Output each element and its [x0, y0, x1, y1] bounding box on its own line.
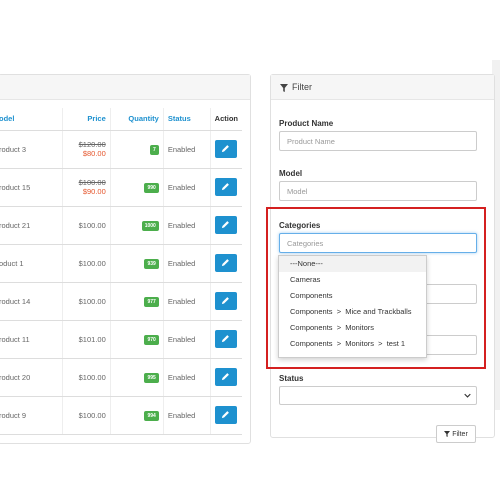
edit-button[interactable]	[215, 330, 238, 348]
table-row: roduct 21 $100.00 1000 Enabled	[0, 206, 242, 245]
row-quantity: 990	[110, 168, 164, 207]
row-action	[210, 168, 242, 207]
row-action	[210, 244, 242, 283]
filter-button-label: Filter	[452, 431, 468, 438]
model-input[interactable]: Model	[279, 181, 477, 201]
chevron-down-icon	[464, 393, 471, 398]
table-row: roduct 3 $120.00 $80.00 7 Enabled	[0, 130, 242, 169]
row-price: $101.00	[62, 320, 111, 359]
row-model: roduct 21	[0, 206, 64, 245]
edit-button[interactable]	[215, 406, 238, 424]
row-status: Enabled	[163, 320, 211, 359]
row-price-special: $90.00	[82, 187, 106, 196]
edit-button[interactable]	[215, 140, 238, 158]
row-model: roduct 15	[0, 168, 64, 207]
edit-button[interactable]	[215, 178, 238, 196]
row-status: Enabled	[163, 130, 211, 169]
pencil-icon	[222, 259, 230, 267]
pencil-icon	[222, 183, 230, 191]
edit-button[interactable]	[215, 254, 238, 272]
row-quantity: 939	[110, 244, 164, 283]
filter-title: Filter	[292, 82, 312, 92]
column-header-quantity[interactable]: Quantity	[110, 108, 164, 131]
pencil-icon	[222, 221, 230, 229]
quantity-badge: 1000	[141, 220, 159, 231]
row-status: Enabled	[163, 358, 211, 397]
row-model: roduct 11	[0, 320, 64, 359]
row-status: Enabled	[163, 396, 211, 435]
quantity-badge: 990	[144, 182, 159, 193]
quantity-badge: 995	[144, 372, 159, 383]
row-price: $100.00 $90.00	[62, 168, 111, 207]
pencil-icon	[222, 297, 230, 305]
row-price-old: $120.00	[78, 140, 106, 149]
table-row: oduct 1 $100.00 939 Enabled	[0, 244, 242, 283]
status-select[interactable]	[279, 386, 477, 405]
row-action	[210, 130, 242, 169]
table-row: roduct 15 $100.00 $90.00 990 Enabled	[0, 168, 242, 207]
row-model: roduct 14	[0, 282, 64, 321]
filter-icon	[444, 431, 451, 438]
column-header-status[interactable]: Status	[163, 108, 211, 131]
row-quantity: 7	[110, 130, 164, 169]
table-row: roduct 9 $100.00 994 Enabled	[0, 396, 242, 435]
row-status: Enabled	[163, 282, 211, 321]
row-action	[210, 358, 242, 397]
row-model: roduct 9	[0, 396, 64, 435]
product-table: odel Price Quantity Status Action roduct…	[0, 108, 242, 435]
row-status: Enabled	[163, 206, 211, 245]
filter-panel-header: Filter	[271, 75, 494, 100]
row-price: $100.00	[62, 206, 111, 245]
highlight-box	[266, 207, 486, 369]
column-header-model[interactable]: odel	[0, 108, 64, 131]
model-label: Model	[279, 169, 303, 178]
column-header-action: Action	[210, 108, 242, 131]
row-quantity: 995	[110, 358, 164, 397]
quantity-badge: 7	[150, 144, 159, 155]
status-label: Status	[279, 374, 304, 383]
table-row: roduct 11 $101.00 970 Enabled	[0, 320, 242, 359]
quantity-badge: 970	[144, 334, 159, 345]
row-price: $120.00 $80.00	[62, 130, 111, 169]
row-price: $100.00	[62, 244, 111, 283]
pencil-icon	[222, 411, 230, 419]
product-list-panel-header	[0, 75, 250, 100]
row-quantity: 977	[110, 282, 164, 321]
product-list-panel: odel Price Quantity Status Action roduct…	[0, 74, 251, 444]
row-quantity: 1000	[110, 206, 164, 245]
row-price: $100.00	[62, 396, 111, 435]
edit-button[interactable]	[215, 368, 238, 386]
row-quantity: 970	[110, 320, 164, 359]
row-price: $100.00	[62, 358, 111, 397]
row-action	[210, 320, 242, 359]
edit-button[interactable]	[215, 216, 238, 234]
column-header-price[interactable]: Price	[62, 108, 111, 131]
row-quantity: 994	[110, 396, 164, 435]
pencil-icon	[222, 373, 230, 381]
row-action	[210, 282, 242, 321]
product-name-input[interactable]: Product Name	[279, 131, 477, 151]
row-price-special: $80.00	[82, 149, 106, 158]
row-price-old: $100.00	[78, 178, 106, 187]
row-status: Enabled	[163, 168, 211, 207]
filter-icon	[280, 83, 288, 92]
table-row: roduct 20 $100.00 995 Enabled	[0, 358, 242, 397]
row-price: $100.00	[62, 282, 111, 321]
quantity-badge: 994	[144, 410, 159, 421]
table-row: roduct 14 $100.00 977 Enabled	[0, 282, 242, 321]
quantity-badge: 977	[144, 296, 159, 307]
quantity-badge: 939	[144, 258, 159, 269]
pencil-icon	[222, 335, 230, 343]
row-status: Enabled	[163, 244, 211, 283]
edit-button[interactable]	[215, 292, 238, 310]
row-action	[210, 206, 242, 245]
filter-button[interactable]: Filter	[436, 425, 476, 443]
row-action	[210, 396, 242, 435]
row-model: oduct 1	[0, 244, 64, 283]
row-model: roduct 20	[0, 358, 64, 397]
pencil-icon	[222, 145, 230, 153]
table-header-row: odel Price Quantity Status Action	[0, 108, 242, 131]
product-name-label: Product Name	[279, 119, 334, 128]
row-model: roduct 3	[0, 130, 64, 169]
